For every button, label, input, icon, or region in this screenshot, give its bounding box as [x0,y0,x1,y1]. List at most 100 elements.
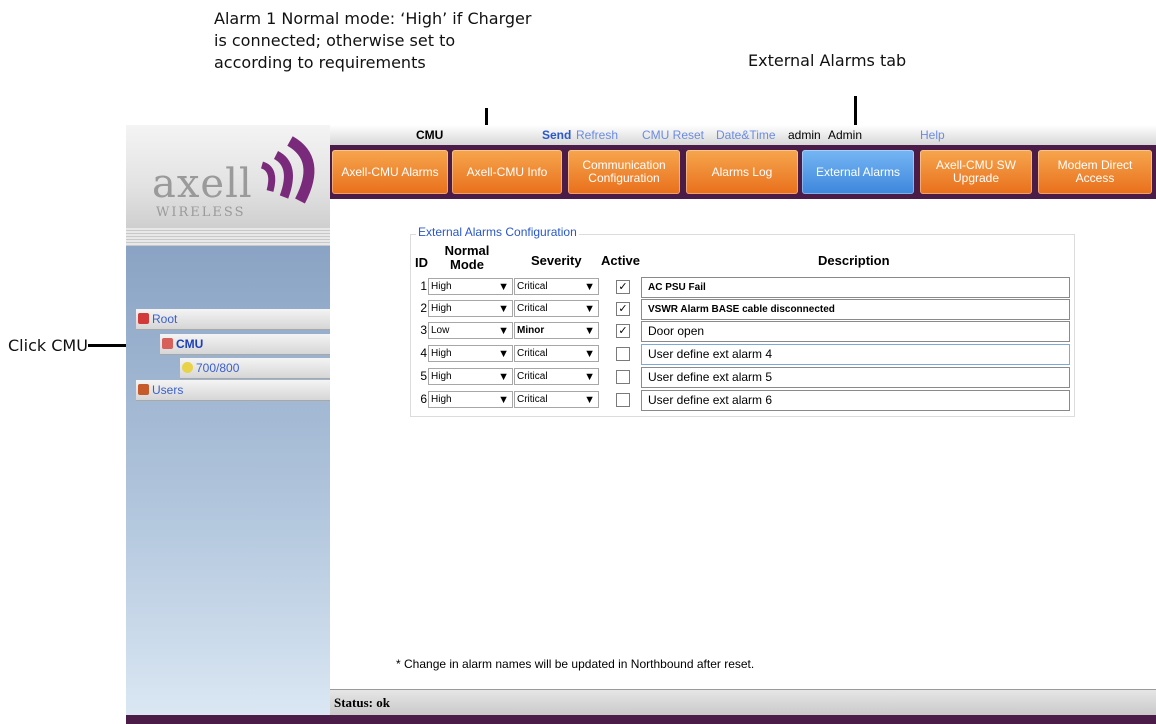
tab-modem-direct-access[interactable]: Modem Direct Access [1038,150,1152,194]
tree-item-root[interactable]: Root [136,309,330,330]
date-time-button[interactable]: Date&Time [716,128,776,142]
alarm1-note-line: is connected; otherwise set to [214,31,456,50]
chevron-down-icon: ▼ [498,394,509,406]
footnote: * Change in alarm names will be updated … [396,657,755,671]
tree-item-label: Users [152,383,184,397]
chevron-down-icon: ▼ [498,303,509,315]
refresh-button[interactable]: Refresh [576,128,618,142]
left-panel: axell WIRELESS Root CMU 700/800 Users [126,125,330,721]
chevron-down-icon: ▼ [498,371,509,383]
row-id: 3 [420,323,427,337]
ext-alarms-tab-note: External Alarms tab [748,51,907,70]
select-value: High [431,348,452,359]
severity-select[interactable]: Minor ▼ [514,322,599,339]
description-field[interactable]: AC PSU Fail [641,277,1070,298]
active-checkbox[interactable] [616,393,630,407]
select-value: High [431,281,452,292]
alarm1-note: Alarm 1 Normal mode: ‘High’ if Charger i… [214,8,531,74]
cmu-reset-button[interactable]: CMU Reset [642,128,704,142]
tree-item-cmu[interactable]: CMU [160,334,330,355]
click-cmu-note: Click CMU [8,336,88,355]
description-field[interactable]: VSWR Alarm BASE cable disconnected [641,299,1070,320]
header-id: ID [415,255,428,270]
chevron-down-icon: ▼ [498,325,509,337]
row-id: 6 [420,392,427,406]
description-field[interactable]: User define ext alarm 5 [641,367,1070,388]
select-value: High [431,303,452,314]
tree-item-700-800[interactable]: 700/800 [180,358,330,379]
user-role: Admin [828,128,863,142]
tree-item-label: Root [152,312,178,326]
row-id: 5 [420,369,427,383]
row-id: 4 [420,346,427,360]
active-checkbox[interactable]: ✓ [616,324,630,338]
logo-arcs-icon [260,136,315,204]
tab-bar: Axell-CMU Alarms Axell-CMU Info Communic… [330,145,1156,199]
active-checkbox[interactable] [616,370,630,384]
logo-brand: axell [152,161,253,207]
active-checkbox[interactable] [616,347,630,361]
select-value: Critical [517,303,548,314]
chevron-down-icon: ▼ [584,394,595,406]
header-severity: Severity [531,253,582,268]
cmu-icon [162,338,173,349]
status-bar: Status: ok [330,689,1156,716]
normal-mode-select[interactable]: High ▼ [428,368,513,385]
select-value: High [431,394,452,405]
normal-mode-select[interactable]: Low ▼ [428,322,513,339]
select-value: Critical [517,281,548,292]
tree-item-label: 700/800 [196,361,240,375]
fieldset-legend: External Alarms Configuration [416,225,579,239]
severity-select[interactable]: Critical ▼ [514,368,599,385]
severity-select[interactable]: Critical ▼ [514,345,599,362]
node-name: CMU [416,128,444,142]
normal-mode-select[interactable]: High ▼ [428,391,513,408]
alarm1-note-line: according to requirements [214,53,426,72]
band-icon [182,362,193,373]
header-active: Active [601,253,641,268]
row-id: 2 [420,301,427,315]
chevron-down-icon: ▼ [584,348,595,360]
severity-select[interactable]: Critical ▼ [514,391,599,408]
status-text: Status: ok [334,695,390,710]
chevron-down-icon: ▼ [584,303,595,315]
select-value: High [431,371,452,382]
users-icon [138,384,149,395]
chevron-down-icon: ▼ [498,348,509,360]
tab-axell-cmu-alarms[interactable]: Axell-CMU Alarms [332,150,448,194]
row-id: 1 [420,279,427,293]
active-checkbox[interactable]: ✓ [616,280,630,294]
header-normal-mode: Normal Mode [444,243,490,272]
select-value: Low [431,325,450,336]
select-value: Minor [517,325,545,336]
description-field[interactable]: Door open [641,321,1070,342]
tab-axell-cmu-info[interactable]: Axell-CMU Info [452,150,562,194]
help-link[interactable]: Help [920,128,945,142]
logo: axell WIRELESS [126,125,330,228]
tab-external-alarms[interactable]: External Alarms [802,150,914,194]
root-icon [138,313,149,324]
bottom-strip [126,715,1156,724]
top-toolbar: CMU Send Refresh CMU Reset Date&Time adm… [330,125,1156,146]
tree-item-label: CMU [176,337,204,351]
normal-mode-select[interactable]: High ▼ [428,278,513,295]
tab-axell-cmu-sw-upgrade[interactable]: Axell-CMU SW Upgrade [920,150,1032,194]
description-field[interactable]: User define ext alarm 4 [641,344,1070,365]
select-value: Critical [517,394,548,405]
description-field[interactable]: User define ext alarm 6 [641,390,1070,411]
divider [126,228,330,246]
tab-communication-configuration[interactable]: Communication Configuration [568,150,680,194]
chevron-down-icon: ▼ [584,281,595,293]
active-checkbox[interactable]: ✓ [616,302,630,316]
tab-alarms-log[interactable]: Alarms Log [686,150,798,194]
select-value: Critical [517,348,548,359]
normal-mode-select[interactable]: High ▼ [428,300,513,317]
header-description: Description [818,253,890,268]
severity-select[interactable]: Critical ▼ [514,278,599,295]
tree-item-users[interactable]: Users [136,380,330,401]
normal-mode-select[interactable]: High ▼ [428,345,513,362]
send-button[interactable]: Send [542,128,571,142]
alarm1-note-line: Alarm 1 Normal mode: ‘High’ if Charger [214,9,532,28]
severity-select[interactable]: Critical ▼ [514,300,599,317]
logo-sub: WIRELESS [156,205,246,220]
